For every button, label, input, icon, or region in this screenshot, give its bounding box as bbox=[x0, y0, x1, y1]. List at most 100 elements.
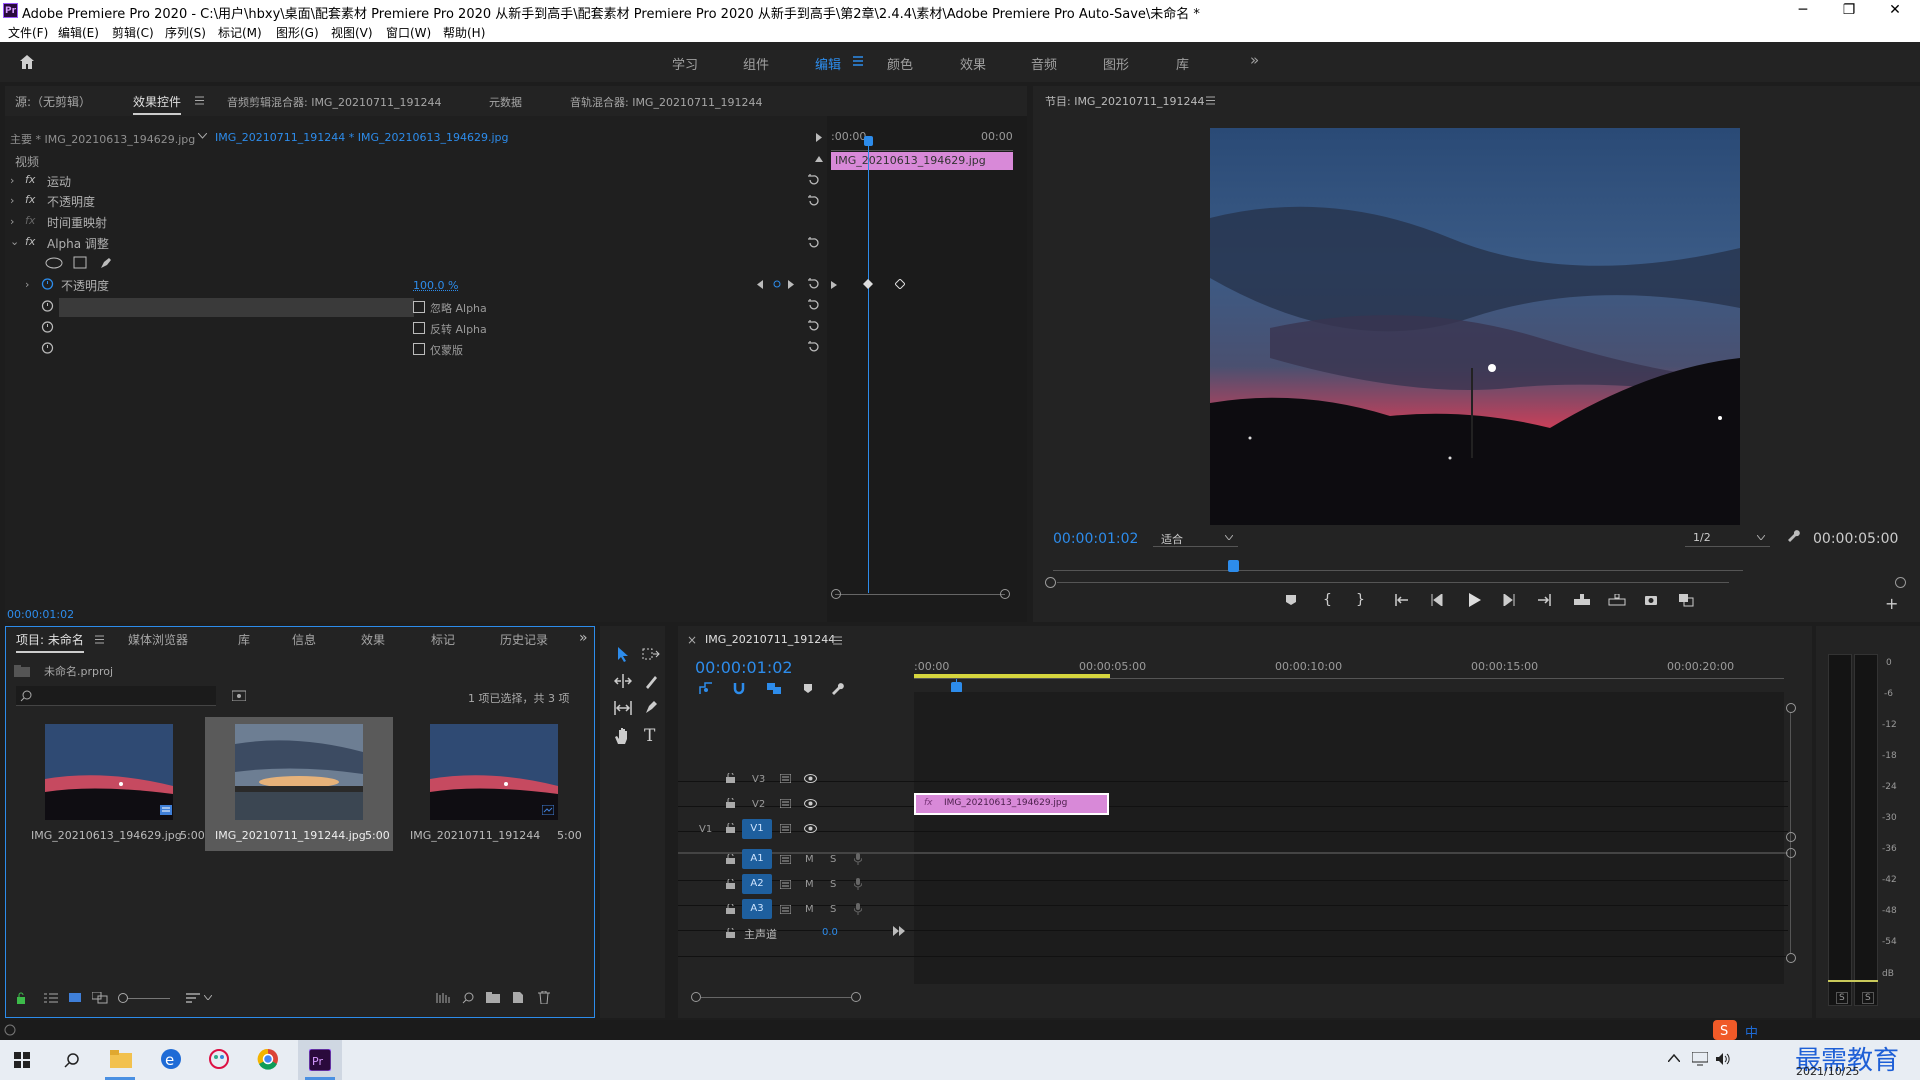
program-zoom-handle-right[interactable] bbox=[1895, 577, 1906, 588]
invert-alpha-checkbox[interactable] bbox=[413, 322, 425, 334]
tab-source[interactable]: 源:（无剪辑） bbox=[15, 93, 91, 110]
project-item[interactable]: IMG_20210711_191244 5:00 bbox=[402, 717, 586, 847]
close-sequence-icon[interactable]: × bbox=[687, 633, 697, 647]
program-zoom-handle-left[interactable] bbox=[1045, 577, 1056, 588]
lock-icon[interactable] bbox=[726, 928, 735, 938]
meter-solo-button[interactable]: S bbox=[1836, 992, 1848, 1004]
premiere-taskbar-button[interactable]: Pr bbox=[298, 1040, 342, 1080]
track-area[interactable] bbox=[914, 692, 1784, 984]
lock-icon[interactable] bbox=[16, 992, 26, 1004]
menu-sequence[interactable]: 序列(S) bbox=[165, 24, 206, 41]
reset-icon[interactable] bbox=[807, 174, 820, 187]
more-tabs-icon[interactable]: » bbox=[579, 630, 588, 646]
windows-start-icon[interactable] bbox=[14, 1052, 30, 1068]
panel-menu-icon[interactable] bbox=[95, 635, 104, 644]
new-item-icon[interactable] bbox=[512, 991, 524, 1004]
panel-menu-icon[interactable] bbox=[833, 636, 842, 645]
ec-playhead-handle[interactable] bbox=[864, 136, 873, 146]
sync-lock-icon[interactable] bbox=[780, 799, 791, 808]
menu-window[interactable]: 窗口(W) bbox=[386, 24, 431, 41]
paint-app-icon[interactable] bbox=[208, 1048, 230, 1070]
go-to-end-icon[interactable] bbox=[893, 926, 905, 936]
program-timeline-ruler[interactable] bbox=[1053, 570, 1743, 571]
hand-tool-icon[interactable] bbox=[614, 727, 630, 745]
workspace-assembly[interactable]: 组件 bbox=[743, 54, 769, 73]
ec-zoom-scrollbar[interactable] bbox=[835, 594, 1005, 595]
menu-clip[interactable]: 剪辑(C) bbox=[112, 24, 154, 41]
ec-playhead[interactable] bbox=[868, 146, 869, 593]
new-bin-from-search-icon[interactable] bbox=[232, 689, 246, 701]
prev-keyframe-icon[interactable] bbox=[757, 280, 763, 289]
close-window-button[interactable]: ✕ bbox=[1872, 0, 1918, 22]
nest-icon[interactable] bbox=[699, 682, 713, 695]
timeline-settings-wrench-icon[interactable] bbox=[831, 682, 845, 696]
volume-icon[interactable] bbox=[1715, 1052, 1731, 1066]
timeline-ruler[interactable]: :00:00 00:00:05:00 00:00:10:00 00:00:15:… bbox=[914, 656, 1784, 686]
icon-view-icon[interactable] bbox=[69, 992, 81, 1004]
reset-icon[interactable] bbox=[807, 320, 820, 333]
ignore-alpha-checkbox[interactable] bbox=[413, 301, 425, 313]
slip-tool-icon[interactable] bbox=[614, 701, 632, 715]
reset-icon[interactable] bbox=[807, 278, 820, 291]
timeline-clip[interactable]: fx IMG_20210613_194629.jpg bbox=[914, 793, 1109, 815]
reset-icon[interactable] bbox=[807, 299, 820, 312]
export-frame-icon[interactable] bbox=[1644, 594, 1658, 606]
sogou-ime-icon[interactable]: S bbox=[1713, 1020, 1737, 1040]
tab-media-browser[interactable]: 媒体浏览器 bbox=[128, 631, 188, 648]
type-tool-icon[interactable]: T bbox=[644, 726, 655, 746]
eye-icon[interactable] bbox=[804, 799, 817, 808]
program-video-frame[interactable] bbox=[1210, 128, 1740, 525]
ripple-edit-tool-icon[interactable] bbox=[614, 674, 632, 688]
find-icon[interactable] bbox=[462, 992, 474, 1004]
tab-metadata[interactable]: 元数据 bbox=[489, 94, 522, 110]
workspace-editing[interactable]: 编辑 bbox=[815, 54, 841, 73]
track-target-button[interactable]: A2 bbox=[742, 874, 772, 894]
video-scroll-handle[interactable] bbox=[1786, 703, 1796, 713]
lock-icon[interactable] bbox=[726, 798, 735, 808]
keyframe-icon[interactable] bbox=[895, 279, 905, 289]
master-volume-value[interactable]: 0.0 bbox=[822, 927, 838, 938]
track-target-button[interactable]: V1 bbox=[742, 819, 772, 839]
stopwatch-icon[interactable] bbox=[41, 341, 54, 354]
sync-lock-icon[interactable] bbox=[780, 905, 791, 914]
timeline-zoom-handle-left[interactable] bbox=[691, 992, 701, 1002]
timeline-current-timecode[interactable]: 00:00:01:02 bbox=[695, 658, 793, 677]
step-forward-icon[interactable] bbox=[1503, 594, 1515, 606]
lock-icon[interactable] bbox=[726, 854, 735, 864]
project-item-selected[interactable]: IMG_20210711_191244.jpg 5:00 bbox=[205, 717, 393, 851]
lock-icon[interactable] bbox=[726, 904, 735, 914]
work-area-bar[interactable] bbox=[914, 674, 1110, 678]
menu-edit[interactable]: 编辑(E) bbox=[58, 24, 99, 41]
tab-audio-clip-mixer[interactable]: 音频剪辑混合器: IMG_20210711_191244 bbox=[227, 94, 441, 110]
lift-icon[interactable] bbox=[1573, 594, 1591, 606]
ec-zoom-handle-left[interactable] bbox=[831, 589, 841, 599]
home-icon[interactable] bbox=[18, 53, 36, 71]
workspace-graphics[interactable]: 图形 bbox=[1103, 54, 1129, 73]
sync-lock-icon[interactable] bbox=[780, 824, 791, 833]
resolution-dropdown[interactable]: 1/2 bbox=[1685, 529, 1770, 547]
menu-help[interactable]: 帮助(H) bbox=[443, 24, 485, 41]
tab-history[interactable]: 历史记录 bbox=[500, 631, 548, 648]
trash-icon[interactable] bbox=[538, 991, 550, 1004]
program-zoom-scrollbar[interactable] bbox=[1057, 582, 1729, 583]
chrome-browser-icon[interactable] bbox=[257, 1048, 279, 1070]
track-target-button[interactable]: A1 bbox=[742, 849, 772, 869]
workspace-learning[interactable]: 学习 bbox=[672, 54, 698, 73]
solo-button[interactable]: S bbox=[830, 879, 836, 890]
eye-icon[interactable] bbox=[804, 774, 817, 783]
project-search-input[interactable] bbox=[16, 686, 216, 706]
track-select-tool-icon[interactable] bbox=[642, 648, 660, 660]
sequence-tab[interactable]: IMG_20210711_191244 bbox=[705, 633, 835, 646]
minimize-button[interactable]: ─ bbox=[1780, 0, 1826, 22]
linked-selection-icon[interactable] bbox=[766, 682, 782, 695]
reset-icon[interactable] bbox=[807, 341, 820, 354]
tray-expand-icon[interactable] bbox=[1668, 1054, 1680, 1062]
mute-button[interactable]: M bbox=[805, 854, 814, 865]
ec-zoom-handle-right[interactable] bbox=[1000, 589, 1010, 599]
maximize-button[interactable]: ❐ bbox=[1826, 0, 1872, 22]
stopwatch-icon[interactable] bbox=[41, 299, 54, 312]
panel-menu-icon[interactable] bbox=[195, 96, 204, 105]
clip-label[interactable]: IMG_20210711_191244 * IMG_20210613_19462… bbox=[215, 131, 509, 144]
program-monitor-title[interactable]: 节目: IMG_20210711_191244 bbox=[1045, 93, 1204, 109]
mark-out-icon[interactable]: } bbox=[1356, 592, 1365, 608]
